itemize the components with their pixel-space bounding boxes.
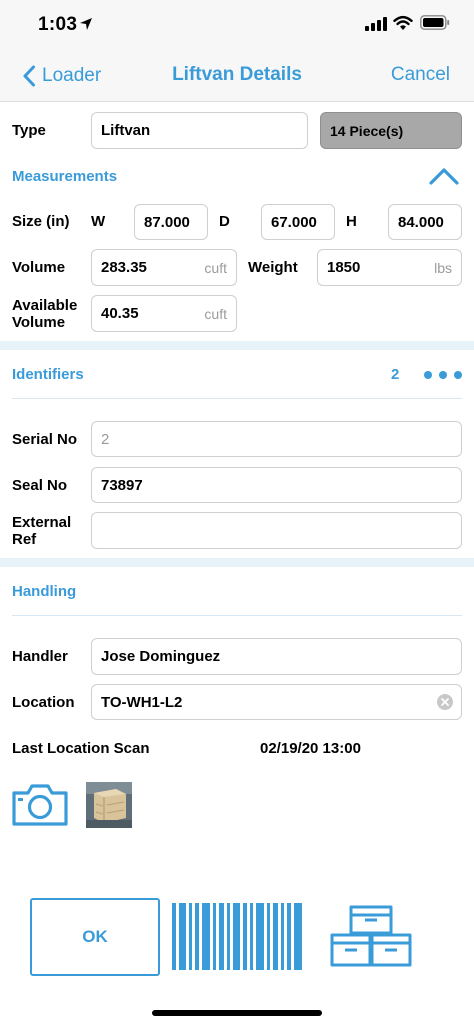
type-label: Type bbox=[12, 122, 46, 139]
height-label: H bbox=[346, 213, 357, 230]
width-field[interactable]: 87.000 bbox=[134, 204, 208, 240]
divider-line bbox=[12, 615, 462, 616]
height-field[interactable]: 84.000 bbox=[388, 204, 462, 240]
volume-value: 283.35 bbox=[101, 259, 147, 276]
width-value: 87.000 bbox=[144, 213, 190, 231]
external-ref-label-line1: External bbox=[12, 514, 72, 531]
identifiers-count: 2 bbox=[391, 366, 400, 383]
available-volume-label-line1: Available bbox=[12, 297, 78, 314]
handler-label: Handler bbox=[12, 648, 68, 665]
seal-label: Seal No bbox=[12, 477, 68, 494]
weight-field[interactable]: 1850 lbs bbox=[317, 249, 462, 286]
depth-value: 67.000 bbox=[271, 213, 317, 231]
last-scan-value: 02/19/20 13:00 bbox=[260, 740, 361, 757]
location-value: TO-WH1-L2 bbox=[101, 693, 183, 711]
chevron-up-icon[interactable] bbox=[428, 166, 460, 186]
stack-boxes-icon[interactable] bbox=[330, 905, 412, 968]
available-volume-field[interactable]: 40.35 cuft bbox=[91, 295, 237, 332]
type-field[interactable]: Liftvan bbox=[91, 112, 308, 149]
seal-value: 73897 bbox=[101, 476, 143, 494]
serial-field[interactable]: 2 bbox=[91, 421, 462, 457]
location-field[interactable]: TO-WH1-L2 bbox=[91, 684, 462, 720]
handler-field[interactable]: Jose Dominguez bbox=[91, 638, 462, 675]
battery-icon bbox=[420, 15, 450, 30]
handler-value: Jose Dominguez bbox=[101, 648, 221, 665]
handling-title: Handling bbox=[12, 583, 77, 600]
external-ref-field[interactable] bbox=[91, 512, 462, 549]
cancel-button[interactable]: Cancel bbox=[391, 64, 450, 86]
barcode-icon[interactable] bbox=[172, 903, 302, 970]
available-volume-label: Available Volume bbox=[12, 297, 77, 331]
depth-label: D bbox=[219, 213, 230, 230]
external-ref-label: External Ref bbox=[12, 514, 71, 548]
location-label: Location bbox=[12, 694, 75, 711]
volume-field[interactable]: 283.35 cuft bbox=[91, 249, 237, 286]
more-dots-icon[interactable] bbox=[424, 371, 462, 379]
volume-unit: cuft bbox=[204, 259, 227, 276]
available-volume-label-line2: Volume bbox=[12, 314, 66, 331]
camera-icon[interactable] bbox=[11, 783, 69, 827]
clear-circle-icon[interactable] bbox=[437, 694, 453, 710]
measurements-title: Measurements bbox=[12, 168, 118, 185]
size-label: Size (in) bbox=[12, 213, 70, 230]
height-value: 84.000 bbox=[398, 213, 444, 231]
home-indicator bbox=[152, 1010, 322, 1016]
back-label: Loader bbox=[42, 65, 102, 86]
signal-icon bbox=[365, 17, 387, 31]
serial-label: Serial No bbox=[12, 431, 78, 448]
serial-placeholder: 2 bbox=[101, 430, 110, 448]
ok-button[interactable]: OK bbox=[30, 898, 160, 976]
depth-field[interactable]: 67.000 bbox=[261, 204, 335, 240]
weight-value: 1850 bbox=[327, 259, 361, 276]
weight-label: Weight bbox=[248, 259, 298, 276]
liftvan-photo-thumbnail[interactable] bbox=[86, 782, 132, 828]
weight-unit: lbs bbox=[434, 259, 452, 276]
pieces-label: 14 Piece(s) bbox=[330, 122, 404, 139]
section-divider bbox=[0, 558, 474, 567]
identifiers-title: Identifiers bbox=[12, 366, 84, 383]
available-volume-value: 40.35 bbox=[101, 305, 139, 322]
location-arrow-icon bbox=[80, 18, 92, 30]
volume-label: Volume bbox=[12, 259, 66, 276]
available-volume-unit: cuft bbox=[204, 305, 227, 322]
seal-field[interactable]: 73897 bbox=[91, 467, 462, 503]
section-divider bbox=[0, 341, 474, 350]
divider-line bbox=[12, 398, 462, 399]
wifi-icon bbox=[393, 15, 413, 30]
chevron-left-icon bbox=[23, 65, 35, 87]
status-time: 1:03 bbox=[38, 14, 78, 35]
back-button[interactable]: Loader bbox=[22, 64, 101, 88]
last-scan-label: Last Location Scan bbox=[12, 740, 150, 757]
width-label: W bbox=[91, 213, 106, 230]
type-value: Liftvan bbox=[101, 122, 151, 139]
external-ref-label-line2: Ref bbox=[12, 531, 37, 548]
pieces-button[interactable]: 14 Piece(s) bbox=[320, 112, 462, 149]
